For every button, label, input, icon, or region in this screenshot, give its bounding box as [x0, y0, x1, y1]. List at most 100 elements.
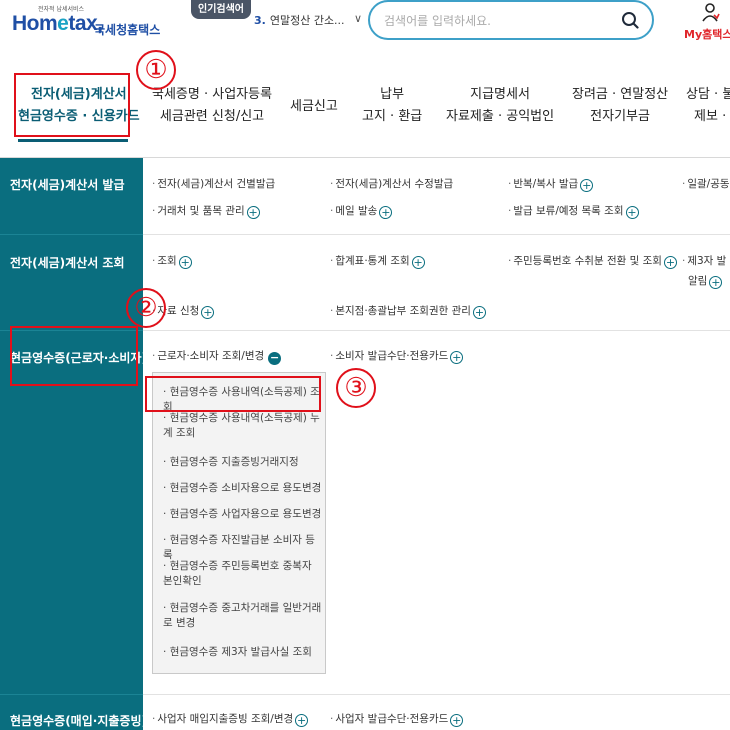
- nav-tab-line1: 장려금 · 연말정산: [572, 87, 669, 102]
- logo-home: Hom: [12, 12, 58, 35]
- link-partner-item-manage[interactable]: · 거래처 및 품목 관리 +: [152, 202, 260, 220]
- search-box: [368, 0, 654, 40]
- submenu-label: 현금영수증 사용내역(소득공제) 누계 조회: [163, 412, 320, 439]
- link-label: 사업자 매입지출증빙 조회/변경: [157, 713, 294, 725]
- popular-rank: 3.: [254, 14, 266, 27]
- link-summary-stats[interactable]: · 합계표·통계 조회 +: [330, 252, 425, 270]
- annotation-step-3: ③: [336, 368, 376, 408]
- search-icon[interactable]: [620, 10, 640, 30]
- submenu-to-business[interactable]: · 현금영수증 사업자용으로 용도변경: [163, 507, 323, 522]
- nav-tab-line1: 국세증명 · 사업자등록: [152, 87, 273, 102]
- plus-icon[interactable]: +: [450, 714, 464, 727]
- link-worker-consumer-inquiry[interactable]: · 근로자·소비자 조회/변경 −: [152, 347, 282, 365]
- link-business-issue-card[interactable]: · 사업자 발급수단·전용카드 +: [330, 710, 464, 728]
- nav-tab-consult[interactable]: 상담 · 불 제보 ·: [686, 84, 730, 128]
- nav-tab-line2: 전자기부금: [590, 109, 650, 124]
- link-inquiry[interactable]: · 조회 +: [152, 252, 192, 270]
- nav-tab-tax-return[interactable]: 세금신고: [290, 96, 338, 118]
- link-label: 조회: [157, 255, 177, 267]
- user-icon: [702, 3, 720, 22]
- submenu-label: 현금영수증 소비자용으로 용도변경: [169, 482, 322, 494]
- submenu-usage-cumulative[interactable]: · 현금영수증 사용내역(소득공제) 누계 조회: [163, 411, 323, 441]
- submenu-used-car-change[interactable]: · 현금영수증 중고차거래를 일반거래로 변경: [163, 601, 323, 631]
- plus-icon[interactable]: +: [709, 276, 723, 289]
- category-cash-receipt-business[interactable]: 현금영수증(매입·지출증빙): [10, 712, 147, 729]
- link-label: 알림: [688, 275, 708, 287]
- link-label: 소비자 발급수단·전용카드: [335, 350, 449, 362]
- plus-icon[interactable]: +: [580, 179, 594, 192]
- plus-icon[interactable]: +: [411, 256, 425, 269]
- nav-tab-line2: 자료제출 · 공익법인: [446, 109, 555, 124]
- link-label: 전자(세금)계산서 건별발급: [157, 178, 276, 190]
- plus-icon[interactable]: +: [663, 256, 677, 269]
- popular-search-select[interactable]: 3. 연말정산 간소... ∨: [254, 12, 362, 32]
- link-label: 발급 보류/예정 목록 조회: [513, 205, 624, 217]
- link-issue-hold-list[interactable]: · 발급 보류/예정 목록 조회 +: [508, 202, 639, 220]
- link-label: 반복/복사 발급: [513, 178, 579, 190]
- plus-icon[interactable]: +: [246, 206, 260, 219]
- link-label: 일괄/공동: [687, 178, 730, 190]
- submenu-label: 현금영수증 지출증빙거래지정: [169, 456, 299, 468]
- link-business-expense-proof[interactable]: · 사업자 매입지출증빙 조회/변경 +: [152, 710, 309, 728]
- link-e-invoice-single-issue[interactable]: · 전자(세금)계산서 건별발급: [152, 175, 275, 193]
- submenu-to-consumer[interactable]: · 현금영수증 소비자용으로 용도변경: [163, 481, 323, 496]
- submenu-label: 현금영수증 자진발급분 소비자 등록: [163, 534, 315, 561]
- nav-tab-certificate[interactable]: 국세증명 · 사업자등록 세금관련 신청/신고: [152, 84, 272, 128]
- plus-icon[interactable]: +: [450, 351, 464, 364]
- plus-icon[interactable]: +: [472, 306, 486, 319]
- nav-tab-line2: 고지 · 환급: [362, 109, 423, 124]
- link-bulk-issue[interactable]: · 일괄/공동: [682, 175, 730, 193]
- category-e-invoice-inquiry[interactable]: 전자(세금)계산서 조회: [10, 254, 125, 271]
- nav-tab-line1: 납부: [380, 87, 405, 102]
- annotation-step-2: ②: [126, 288, 166, 328]
- submenu-expense-proof[interactable]: · 현금영수증 지출증빙거래지정: [163, 455, 323, 470]
- link-e-invoice-amend-issue[interactable]: · 전자(세금)계산서 수정발급: [330, 175, 453, 193]
- submenu-duplicate-verify[interactable]: · 현금영수증 주민등록번호 중복자 본인확인: [163, 559, 323, 589]
- link-label: 본지점·총괄납부 조회권한 관리: [335, 305, 471, 317]
- link-label: 주민등록번호 수취분 전환 및 조회: [513, 255, 662, 267]
- category-divider: [0, 234, 143, 235]
- link-third-party-issue[interactable]: · 제3자 발: [682, 252, 726, 270]
- link-label: 메일 발송: [335, 205, 378, 217]
- logo-korean: 국세청홈택스: [94, 23, 161, 37]
- my-hometax-link[interactable]: My홈택스: [680, 0, 730, 50]
- submenu-label: 현금영수증 제3자 발급사실 조회: [169, 646, 312, 658]
- minus-icon[interactable]: −: [268, 352, 282, 365]
- cash-receipt-submenu: · 현금영수증 사용내역(소득공제) 조회 · 현금영수증 사용내역(소득공제)…: [152, 372, 326, 674]
- submenu-label: 현금영수증 주민등록번호 중복자 본인확인: [163, 560, 312, 587]
- nav-tab-payment[interactable]: 납부 고지 · 환급: [362, 84, 422, 128]
- nav-tab-line1: 세금신고: [290, 99, 338, 114]
- plus-icon[interactable]: +: [178, 256, 192, 269]
- link-label: 전자(세금)계산서 수정발급: [335, 178, 454, 190]
- my-hometax-label: My홈택스: [684, 28, 730, 41]
- submenu-third-party-inquiry[interactable]: · 현금영수증 제3자 발급사실 조회: [163, 645, 323, 660]
- plus-icon[interactable]: +: [201, 306, 215, 319]
- link-consumer-issue-card[interactable]: · 소비자 발급수단·전용카드 +: [330, 347, 464, 365]
- annotation-box-nav: [14, 73, 130, 137]
- link-resident-number-convert[interactable]: · 주민등록번호 수취분 전환 및 조회 +: [508, 252, 677, 270]
- link-mail-send[interactable]: · 메일 발송 +: [330, 202, 393, 220]
- submenu-label: 현금영수증 중고차거래를 일반거래로 변경: [163, 602, 322, 629]
- search-input[interactable]: [384, 11, 614, 31]
- link-label: 사업자 발급수단·전용카드: [335, 713, 449, 725]
- plus-icon[interactable]: +: [295, 714, 309, 727]
- annotation-step-1: ①: [136, 50, 176, 90]
- link-label: 근로자·소비자 조회/변경: [157, 350, 265, 362]
- row-divider: [143, 694, 730, 695]
- nav-tab-statement[interactable]: 지급명세서 자료제출 · 공익법인: [446, 84, 554, 128]
- row-divider: [143, 330, 730, 331]
- plus-icon[interactable]: +: [379, 206, 393, 219]
- header: 전자적 납세서비스 Hometax, 국세청홈택스 인기검색어 3. 연말정산 간…: [0, 0, 730, 62]
- link-branch-permission[interactable]: · 본지점·총괄납부 조회권한 관리 +: [330, 302, 486, 320]
- nav-tab-line2: 세금관련 신청/신고: [159, 109, 265, 124]
- link-third-party-alert[interactable]: 알림 +: [688, 272, 723, 290]
- row-divider: [143, 234, 730, 235]
- nav-tab-line2: 제보 ·: [694, 109, 727, 124]
- nav-tab-incentive[interactable]: 장려금 · 연말정산 전자기부금: [572, 84, 668, 128]
- link-repeat-copy-issue[interactable]: · 반복/복사 발급 +: [508, 175, 594, 193]
- annotation-box-submenu: [145, 376, 321, 412]
- category-e-invoice-issue[interactable]: 전자(세금)계산서 발급: [10, 176, 125, 193]
- popular-keyword: 연말정산 간소...: [269, 14, 345, 27]
- plus-icon[interactable]: +: [625, 206, 639, 219]
- hometax-logo[interactable]: 전자적 납세서비스 Hometax, 국세청홈택스: [8, 4, 168, 44]
